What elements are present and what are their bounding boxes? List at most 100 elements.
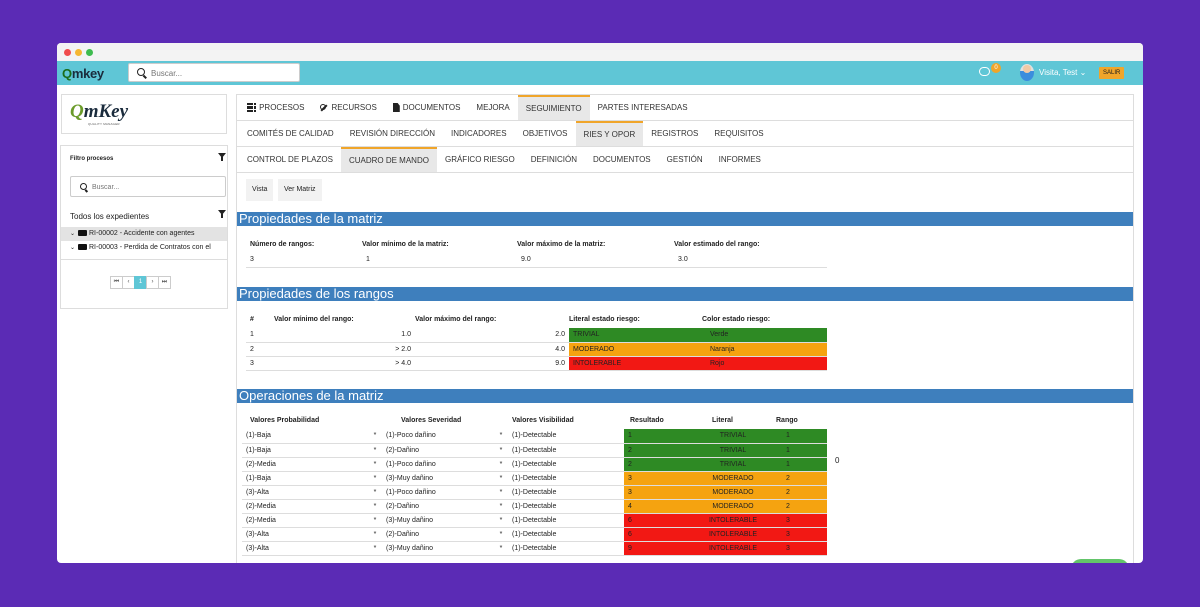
- tab-indicadores[interactable]: INDICADORES: [443, 121, 515, 146]
- tab-objetivos[interactable]: OBJETIVOS: [515, 121, 576, 146]
- app-logo[interactable]: Qmkey: [62, 66, 104, 81]
- column-header: Valor máximo de la matriz:: [517, 240, 606, 248]
- avatar[interactable]: [1020, 64, 1034, 81]
- logo-tagline: QUALITY MANAGER: [88, 122, 120, 126]
- table-header-row: Número de rangos: Valor mínimo de la mat…: [246, 235, 827, 253]
- cell-result: 2: [624, 443, 694, 458]
- cell-result: 3: [624, 485, 694, 500]
- filter-title: Filtro procesos: [70, 156, 114, 162]
- cell-probability: (2)-Media: [242, 513, 368, 528]
- sidebar-search[interactable]: [70, 176, 226, 197]
- chat-icon[interactable]: [979, 67, 990, 76]
- tab-control-plazos[interactable]: CONTROL DE PLAZOS: [239, 147, 341, 172]
- cell-result: 4: [624, 499, 694, 514]
- column-header: Valor mínimo de la matriz:: [362, 240, 449, 248]
- chevron-down-icon[interactable]: ⌄: [70, 227, 75, 241]
- vista-button[interactable]: Vista: [246, 179, 274, 201]
- maximize-window-icon[interactable]: [86, 48, 93, 56]
- filter-panel: Filtro procesos Todos los expedientes ⌄ R…: [60, 145, 228, 309]
- tab-registros[interactable]: REGISTROS: [643, 121, 706, 146]
- cell-range: 3: [772, 541, 827, 556]
- column-header: Valor mínimo del rango:: [274, 315, 354, 323]
- ver-matriz-button[interactable]: Ver Matriz: [278, 179, 322, 201]
- logout-button[interactable]: SALIR: [1099, 67, 1125, 79]
- tab-grafico-riesgo[interactable]: GRÁFICO RIESGO: [437, 147, 523, 172]
- tab-comites-calidad[interactable]: COMITÉS DE CALIDAD: [239, 121, 342, 146]
- cell-literal: TRIVIAL: [694, 429, 772, 444]
- cell-severity: (3)-Muy dañino: [382, 513, 494, 528]
- cell-severity: (2)-Dañino: [382, 443, 494, 458]
- table-row: 3 > 4.0 9.0 INTOLERABLE Rojo: [246, 356, 827, 371]
- column-header: Literal: [712, 416, 734, 424]
- cell-visibility: (1)-Detectable: [508, 527, 624, 542]
- grid-icon: [247, 102, 257, 113]
- cell-range: 3: [772, 527, 827, 542]
- section-matrix-properties: Propiedades de la matriz: [237, 212, 1133, 226]
- tab-recursos[interactable]: RECURSOS: [312, 95, 384, 120]
- cell-probability: (3)-Alta: [242, 527, 368, 542]
- help-button[interactable]: [1071, 559, 1129, 563]
- tree-title: Todos los expedientes: [70, 212, 150, 221]
- tree-item[interactable]: ⌄ RI-00002 - Accidente con agentes: [61, 227, 227, 241]
- user-menu[interactable]: Visita, Test ⌄: [1039, 68, 1086, 77]
- column-header: Valores Severidad: [401, 416, 462, 424]
- cell-literal: TRIVIAL: [569, 328, 702, 343]
- table-row: (2)-Media * (2)-Dañino * (1)-Detectable 4 MODE…: [242, 499, 827, 514]
- search-icon: [137, 68, 145, 76]
- cell-severity: (3)-Muy dañino: [382, 471, 494, 486]
- close-window-icon[interactable]: [64, 48, 71, 56]
- cell-probability: (1)-Baja: [242, 429, 368, 444]
- chevron-down-icon: ⌄: [1079, 68, 1087, 77]
- table-row: (3)-Alta * (1)-Poco dañino * (1)-Detectable 3…: [242, 485, 827, 500]
- cell-operator: *: [368, 471, 382, 486]
- cell-operator: *: [368, 499, 382, 514]
- top-search[interactable]: [128, 63, 300, 82]
- cell-operator: *: [494, 513, 508, 528]
- tab-mejora[interactable]: MEJORA: [468, 95, 517, 120]
- table-row: (1)-Baja * (3)-Muy dañino * (1)-Detectable 3 M…: [242, 471, 827, 486]
- cell-range: 1: [772, 429, 827, 444]
- table-row: (1)-Baja * (2)-Dañino * (1)-Detectable 2 TRIVI…: [242, 443, 827, 458]
- cell-literal: MODERADO: [569, 342, 702, 357]
- filter-icon[interactable]: [218, 153, 226, 161]
- tab-requisitos[interactable]: REQUISITOS: [706, 121, 771, 146]
- tab-informes[interactable]: INFORMES: [711, 147, 769, 172]
- tree-item[interactable]: ⌄ RI-00003 - Perdida de Contratos con el: [61, 241, 227, 255]
- cell-visibility: (1)-Detectable: [508, 499, 624, 514]
- cell-max: 2.0: [415, 328, 569, 343]
- cell-result: 6: [624, 513, 694, 528]
- tab-partes-interesadas[interactable]: PARTES INTERESADAS: [590, 95, 696, 120]
- cell-operator: *: [494, 499, 508, 514]
- cell-visibility: (1)-Detectable: [508, 513, 624, 528]
- operations-note: 0: [835, 456, 840, 465]
- tab-procesos[interactable]: PROCESOS: [239, 95, 312, 120]
- chevron-down-icon[interactable]: ⌄: [70, 241, 75, 255]
- top-search-input[interactable]: [151, 67, 291, 79]
- tab-documentos-sub[interactable]: DOCUMENTOS: [585, 147, 659, 172]
- minimize-window-icon[interactable]: [75, 48, 82, 56]
- logo-box: QmKey QUALITY MANAGER: [61, 94, 227, 134]
- tab-ries-y-opor[interactable]: RIES Y OPOR: [575, 121, 644, 146]
- table-row: 1 1.0 2.0 TRIVIAL Verde: [246, 328, 827, 343]
- cell-operator: *: [368, 513, 382, 528]
- sidebar-search-input[interactable]: [92, 182, 212, 192]
- column-header: Color estado riesgo:: [702, 315, 771, 323]
- filter-icon[interactable]: [218, 210, 226, 218]
- tab-definicion[interactable]: DEFINICIÓN: [523, 147, 585, 172]
- tab-gestion[interactable]: GESTIÓN: [659, 147, 711, 172]
- cell-result: 3: [624, 471, 694, 486]
- tree-item-label: RI-00002 - Accidente con agentes: [89, 230, 195, 237]
- tab-cuadro-mando[interactable]: CUADRO DE MANDO: [340, 147, 437, 172]
- cell-operator: *: [494, 485, 508, 500]
- operations-table-body: (1)-Baja * (1)-Poco dañino * (1)-Detectable 1…: [242, 429, 827, 556]
- divider: [61, 259, 227, 260]
- cell-literal: TRIVIAL: [694, 457, 772, 472]
- tab-revision-direccion[interactable]: REVISIÓN DIRECCIÓN: [342, 121, 443, 146]
- last-page-button[interactable]: ⏭: [158, 276, 171, 289]
- cell-estimated: 3.0: [674, 253, 827, 268]
- cell-operator: *: [494, 471, 508, 486]
- cell-min: 1: [362, 253, 517, 268]
- cell-severity: (2)-Dañino: [382, 499, 494, 514]
- tab-seguimiento[interactable]: SEGUIMIENTO: [517, 95, 590, 120]
- tab-documentos[interactable]: DOCUMENTOS: [385, 95, 469, 120]
